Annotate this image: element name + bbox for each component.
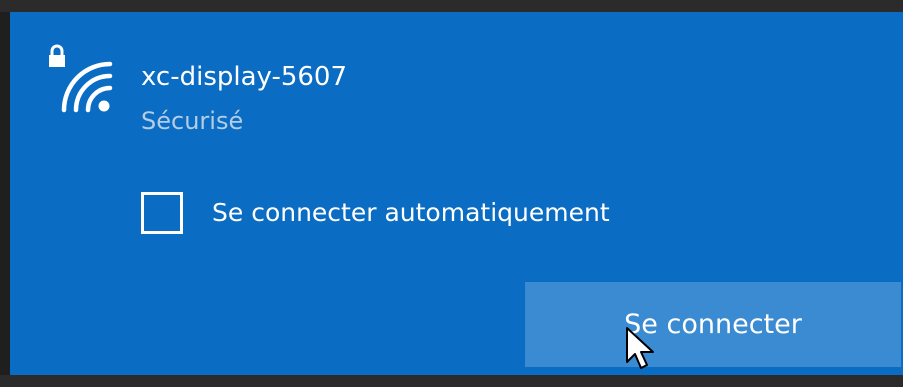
network-name: xc-display-5607	[141, 62, 348, 92]
auto-connect-label: Se connecter automatiquement	[212, 198, 610, 227]
bottom-frame-bar	[0, 375, 903, 387]
auto-connect-checkbox[interactable]	[141, 192, 183, 234]
top-frame-bar	[0, 0, 903, 12]
connect-button-label: Se connecter	[624, 309, 802, 340]
wifi-secured-icon	[49, 44, 113, 113]
network-status: Sécurisé	[141, 107, 244, 135]
lock-icon	[49, 44, 65, 67]
auto-connect-option[interactable]: Se connecter automatiquement	[141, 188, 610, 238]
wifi-network-panel[interactable]: xc-display-5607 Sécurisé Se connecter au…	[10, 12, 903, 375]
screen: xc-display-5607 Sécurisé Se connecter au…	[0, 0, 903, 387]
connect-button[interactable]: Se connecter	[525, 282, 901, 367]
